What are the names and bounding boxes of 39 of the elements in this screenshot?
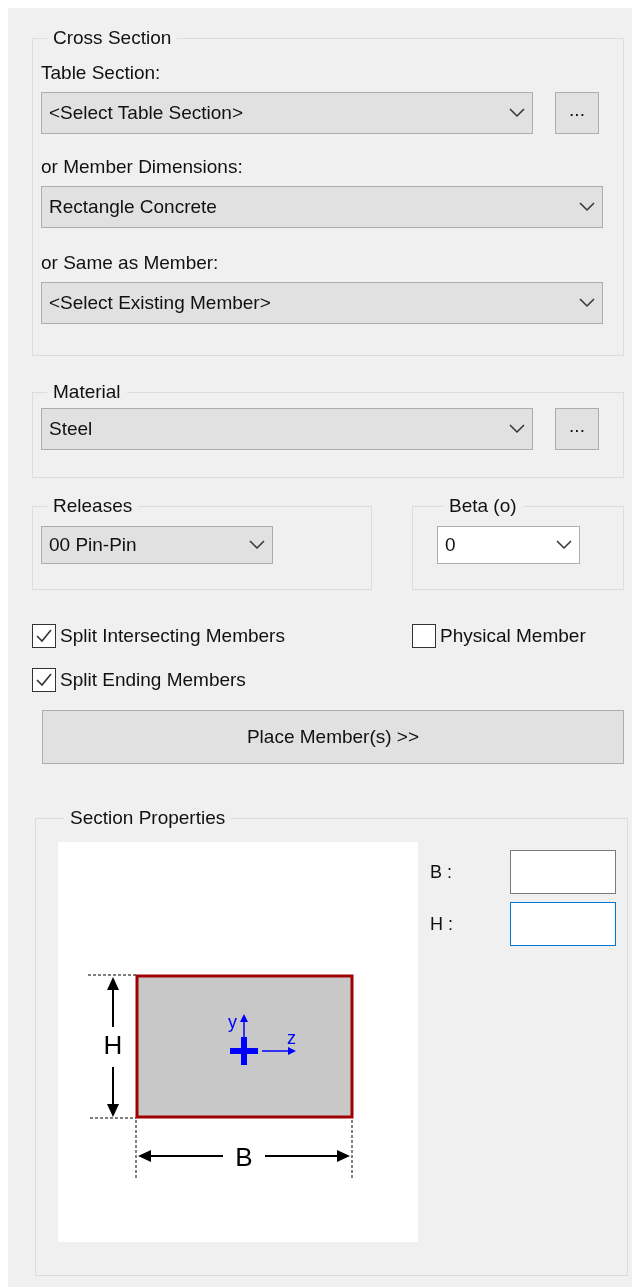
- checkbox[interactable]: [32, 624, 56, 648]
- dropdown[interactable]: <Select Existing Member>: [41, 282, 603, 324]
- checkbox-label: Split Ending Members: [60, 667, 246, 692]
- dropdown[interactable]: 0: [437, 526, 580, 564]
- field-label: B :: [430, 860, 453, 884]
- dropdown[interactable]: Rectangle Concrete: [41, 186, 603, 228]
- dimension-label: H: [103, 1030, 123, 1060]
- group-title: Releases: [52, 494, 134, 518]
- checkbox-label: Physical Member: [440, 623, 586, 648]
- browse-button[interactable]: ...: [555, 92, 599, 134]
- field-label: H :: [430, 912, 454, 936]
- axis-label: z: [287, 1028, 296, 1048]
- centroid-icon: [230, 1037, 258, 1065]
- checkbox[interactable]: [412, 624, 436, 648]
- checkbox[interactable]: [32, 668, 56, 692]
- dimension-input[interactable]: [510, 850, 616, 894]
- z-axis-arrow: [261, 1047, 296, 1055]
- field-label: Table Section:: [41, 61, 162, 85]
- dropdown[interactable]: <Select Table Section>: [41, 92, 533, 134]
- browse-button[interactable]: ...: [555, 408, 599, 450]
- chevron-down-icon: [556, 540, 572, 550]
- dimension-input[interactable]: [510, 902, 616, 946]
- group-title: Section Properties: [69, 806, 227, 830]
- chevron-down-icon: [579, 298, 595, 308]
- chevron-down-icon: [249, 540, 265, 550]
- checkbox-label: Split Intersecting Members: [60, 623, 285, 648]
- group-title: Cross Section: [52, 26, 173, 50]
- chevron-down-icon: [509, 424, 525, 434]
- dimension-label: B: [235, 1142, 253, 1172]
- dropdown[interactable]: 00 Pin-Pin: [41, 526, 273, 564]
- group-title: Material: [52, 380, 122, 404]
- dropdown[interactable]: Steel: [41, 408, 533, 450]
- field-label: or Same as Member:: [41, 251, 220, 275]
- field-label: or Member Dimensions:: [41, 155, 244, 179]
- group-title: Beta (o): [448, 494, 518, 518]
- chevron-down-icon: [509, 108, 525, 118]
- axis-label: y: [228, 1012, 237, 1032]
- place-members-button[interactable]: Place Member(s) >>: [42, 710, 624, 764]
- chevron-down-icon: [579, 202, 595, 212]
